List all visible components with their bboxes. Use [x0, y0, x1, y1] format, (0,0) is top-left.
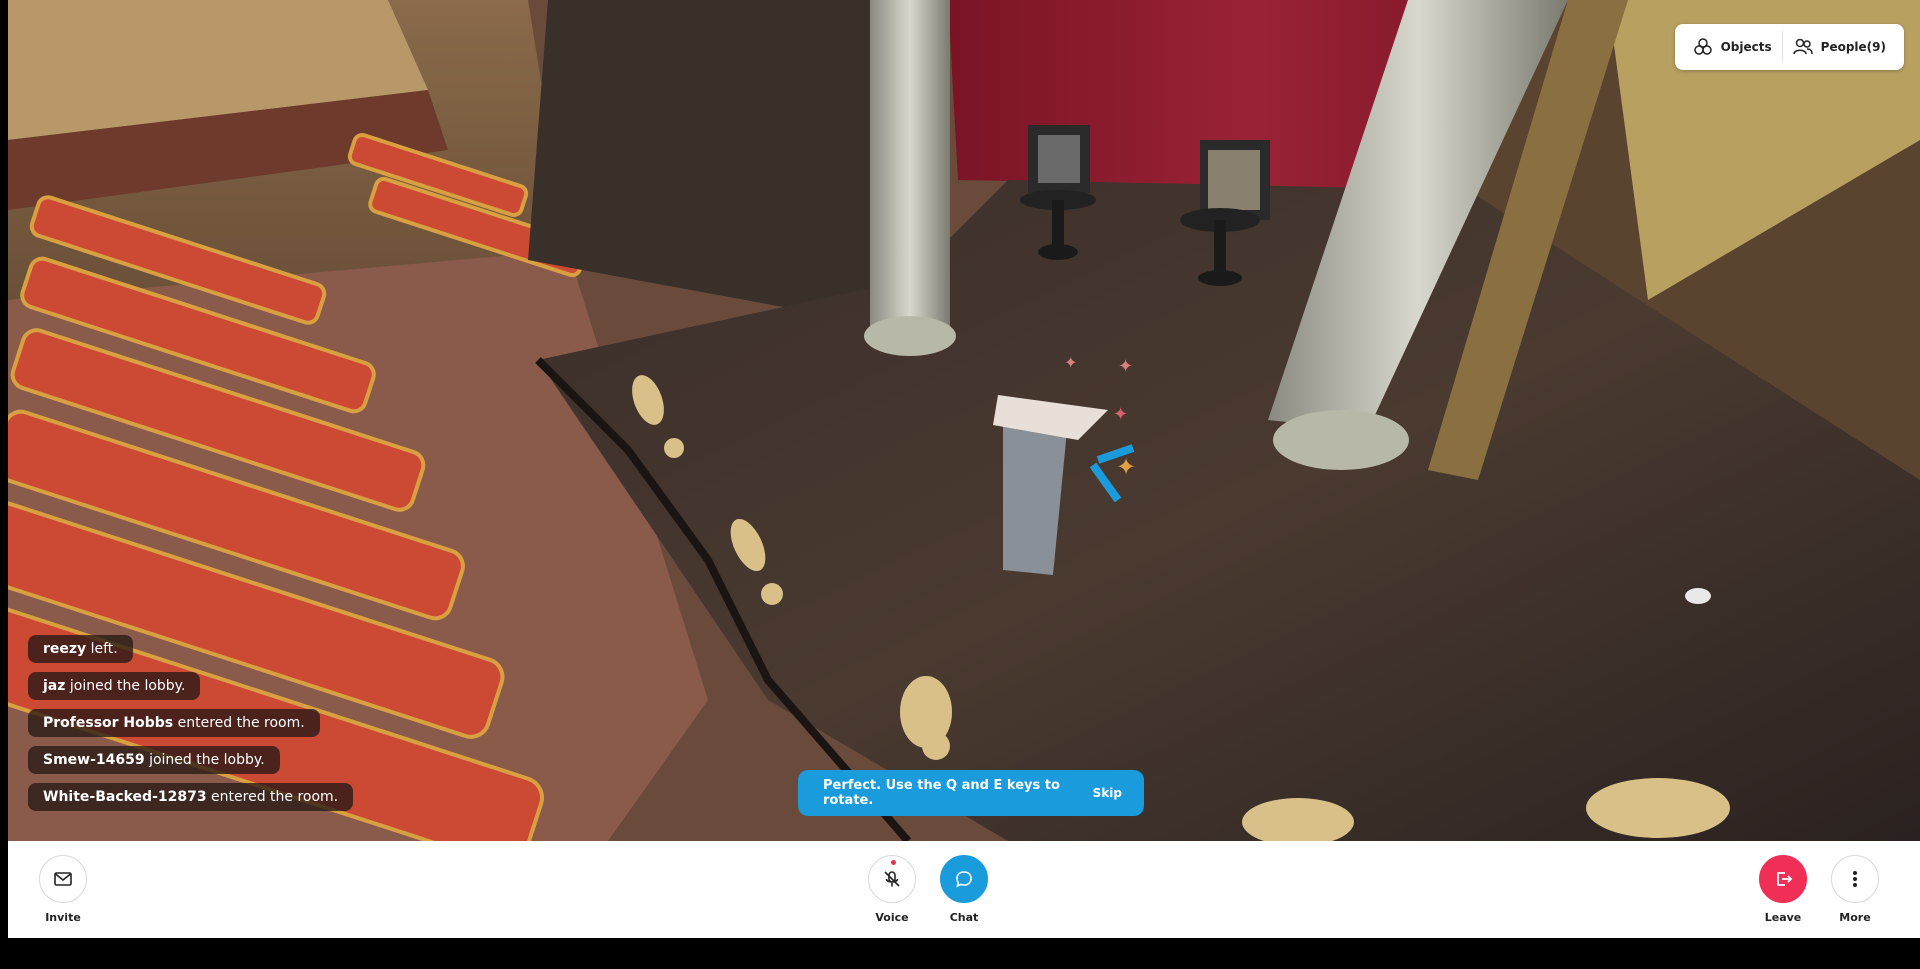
more-vertical-icon [1853, 871, 1857, 887]
more-label: More [1839, 911, 1871, 924]
notification-user: Professor Hobbs [43, 715, 174, 731]
chat-button[interactable]: Chat [929, 855, 999, 924]
notification-message: joined the lobby. [69, 678, 186, 694]
svg-text:✦: ✦ [1064, 353, 1077, 372]
invite-circle[interactable] [39, 855, 87, 903]
svg-text:✦: ✦ [1118, 356, 1133, 377]
leave-circle[interactable] [1759, 855, 1807, 903]
notification-user: reezy [43, 641, 87, 657]
mic-muted-icon [884, 871, 900, 887]
invite-label: Invite [45, 911, 81, 924]
app-window: ✦ ✦ ✦ ✦ Objects People(9) reezy left. ja… [8, 0, 1920, 938]
people-label: People(9) [1820, 40, 1886, 54]
objects-button[interactable]: Objects [1683, 24, 1782, 70]
notification-user: Smew-14659 [43, 752, 145, 768]
notification-item: Professor Hobbs entered the room. [28, 709, 320, 737]
objects-icon [1693, 38, 1712, 55]
notification-item: Smew-14659 joined the lobby. [28, 746, 280, 774]
people-button[interactable]: People(9) [1783, 24, 1896, 70]
more-circle[interactable] [1831, 855, 1879, 903]
exit-door-icon [1777, 872, 1793, 886]
notification-message: left. [90, 641, 118, 657]
3d-scene-viewport[interactable]: ✦ ✦ ✦ ✦ Objects People(9) reezy left. ja… [8, 0, 1920, 841]
tip-text: Perfect. Use the Q and E keys to rotate. [823, 778, 1060, 808]
leave-button[interactable]: Leave [1748, 855, 1818, 924]
invite-button[interactable]: Invite [28, 855, 98, 924]
more-button[interactable]: More [1820, 855, 1890, 924]
tutorial-tip: Perfect. Use the Q and E keys to rotate.… [798, 770, 1144, 816]
notification-user: White-Backed-12873 [43, 789, 207, 805]
chat-circle[interactable] [940, 855, 988, 903]
notification-list: reezy left. jaz joined the lobby. Profes… [28, 635, 354, 811]
svg-text:✦: ✦ [1116, 453, 1136, 481]
skip-button[interactable]: Skip [1093, 786, 1122, 800]
svg-text:✦: ✦ [1113, 404, 1128, 425]
voice-circle[interactable] [868, 855, 916, 903]
people-icon [1792, 38, 1813, 55]
envelope-icon [54, 872, 72, 886]
leave-label: Leave [1764, 911, 1802, 924]
notification-item: reezy left. [28, 635, 133, 663]
notification-message: joined the lobby. [149, 752, 265, 768]
bottom-toolbar: Invite Voice Chat Leave More [8, 841, 1920, 938]
notification-user: jaz [43, 678, 66, 694]
notification-message: entered the room. [177, 715, 305, 731]
objects-label: Objects [1720, 40, 1772, 54]
notification-item: jaz joined the lobby. [28, 672, 201, 700]
notification-message: entered the room. [211, 789, 339, 805]
chat-bubble-icon [956, 871, 972, 888]
notification-item: White-Backed-12873 entered the room. [28, 783, 354, 811]
mic-status-dot [891, 860, 896, 865]
chat-label: Chat [949, 911, 979, 924]
top-panel: Objects People(9) [1674, 24, 1904, 70]
voice-label: Voice [875, 911, 909, 924]
voice-button[interactable]: Voice [857, 855, 927, 924]
